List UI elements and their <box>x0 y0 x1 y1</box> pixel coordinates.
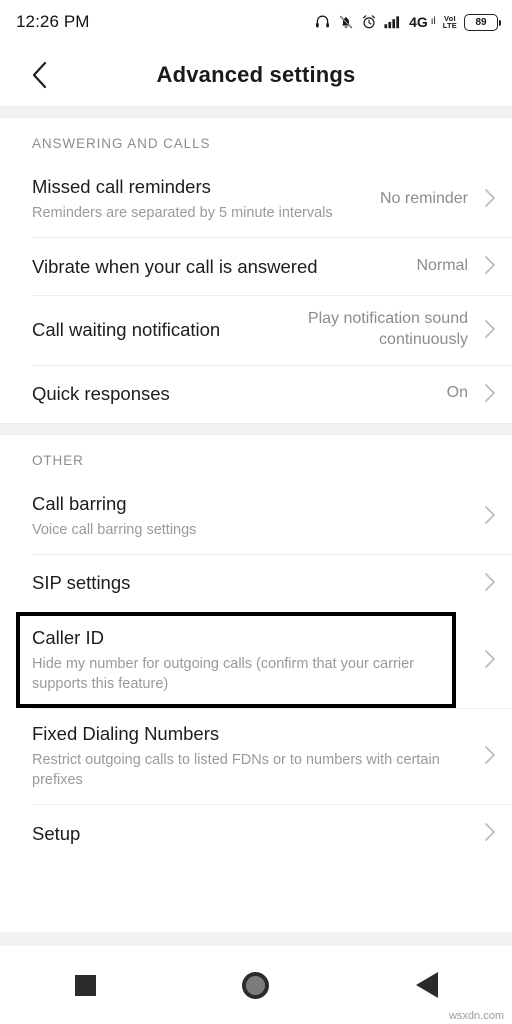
row-subtitle: Restrict outgoing calls to listed FDNs o… <box>32 752 440 789</box>
system-navigation-bar: wsxdn.com <box>0 946 512 1024</box>
row-title: Setup <box>32 822 81 844</box>
row-text-block: SIP settings <box>32 571 470 594</box>
row-text-block: Call waiting notification <box>32 318 275 341</box>
setting-row-call-barring[interactable]: Call barring Voice call barring settings <box>0 477 512 554</box>
chevron-right-icon <box>470 745 496 767</box>
chevron-right-icon <box>470 319 496 341</box>
row-text-block: Caller ID Hide my number for outgoing ca… <box>32 626 470 694</box>
row-text-block: Vibrate when your call is answered <box>32 255 416 278</box>
setting-row-setup[interactable]: Setup <box>0 804 512 863</box>
signal-small-icon: ıl <box>430 16 436 27</box>
row-value: Normal <box>416 256 468 274</box>
chevron-right-icon <box>470 649 496 671</box>
row-title: Caller ID <box>32 626 104 648</box>
setting-row-fixed-dialing-numbers[interactable]: Fixed Dialing Numbers Restrict outgoing … <box>0 707 512 805</box>
chevron-right-icon <box>470 188 496 210</box>
setting-row-missed-call-reminders[interactable]: Missed call reminders Reminders are sepa… <box>0 161 512 238</box>
back-button[interactable] <box>12 47 68 103</box>
chevron-right-icon <box>470 383 496 405</box>
settings-list[interactable]: ANSWERING AND CALLS Missed call reminder… <box>0 106 512 932</box>
row-text-block: Call barring Voice call barring settings <box>32 492 470 540</box>
volte-icon: VoI LTE <box>442 14 457 30</box>
signal-bars-icon <box>384 15 402 29</box>
row-text-block: Fixed Dialing Numbers Restrict outgoing … <box>32 722 470 790</box>
watermark-label: wsxdn.com <box>448 1010 504 1022</box>
square-icon <box>74 974 96 996</box>
recents-button[interactable] <box>45 955 125 1015</box>
headphones-icon <box>314 14 331 30</box>
circle-icon <box>242 971 270 999</box>
content-bottom-spacer <box>0 932 512 946</box>
mute-notifications-icon <box>338 14 354 30</box>
setting-row-call-waiting-notification[interactable]: Call waiting notification Play notificat… <box>0 295 512 365</box>
setting-row-quick-responses[interactable]: Quick responses On <box>0 364 512 423</box>
app-bar: Advanced settings <box>0 44 512 106</box>
network-type-label: 4G <box>409 14 428 30</box>
row-title: Missed call reminders <box>32 176 211 197</box>
phone-screen: 12:26 PM 4G ıl VoI LTE 89 Advanced setti… <box>0 0 512 1024</box>
row-subtitle: Hide my number for outgoing calls (confi… <box>32 655 414 692</box>
row-title: Call barring <box>32 492 127 514</box>
row-subtitle: Reminders are separated by 5 minute inte… <box>32 205 333 222</box>
row-text-block: Missed call reminders Reminders are sepa… <box>32 175 380 223</box>
alarm-icon <box>361 14 377 30</box>
row-text-block: Setup <box>32 822 470 845</box>
section-header-answering-and-calls: ANSWERING AND CALLS <box>0 118 512 161</box>
setting-row-sip-settings[interactable]: SIP settings <box>0 553 512 612</box>
row-value: On <box>446 384 468 402</box>
section-header-other: OTHER <box>0 434 512 478</box>
chevron-left-icon <box>32 61 47 89</box>
status-bar: 12:26 PM 4G ıl VoI LTE 89 <box>0 0 512 44</box>
row-text-block: Quick responses <box>32 382 447 405</box>
page-title: Advanced settings <box>156 62 356 87</box>
row-value: No reminder <box>379 189 468 207</box>
status-icon-group: 4G ıl VoI LTE 89 <box>314 13 502 31</box>
chevron-right-icon <box>470 505 496 527</box>
volte-bottom-label: LTE <box>442 21 457 30</box>
row-title: SIP settings <box>32 572 131 594</box>
battery-icon: 89 <box>464 13 502 31</box>
battery-level-label: 89 <box>475 16 487 28</box>
home-button[interactable] <box>216 955 296 1015</box>
row-title: Quick responses <box>32 383 170 405</box>
status-time: 12:26 PM <box>16 12 90 31</box>
section-divider <box>0 422 512 435</box>
triangle-left-icon <box>415 972 438 998</box>
row-value: Play notification sound continuously <box>307 310 468 348</box>
row-subtitle: Voice call barring settings <box>32 521 197 538</box>
section-divider <box>0 106 512 118</box>
setting-row-caller-id[interactable]: Caller ID Hide my number for outgoing ca… <box>0 611 512 708</box>
nav-back-button[interactable] <box>387 955 467 1015</box>
chevron-right-icon <box>470 822 496 844</box>
chevron-right-icon <box>470 255 496 277</box>
row-title: Vibrate when your call is answered <box>32 255 318 277</box>
row-title: Fixed Dialing Numbers <box>32 722 220 744</box>
row-title: Call waiting notification <box>32 319 221 341</box>
setting-row-caller-id-wrapper: Caller ID Hide my number for outgoing ca… <box>0 611 512 708</box>
chevron-right-icon <box>470 572 496 594</box>
setting-row-vibrate-when-answered[interactable]: Vibrate when your call is answered Norma… <box>0 237 512 296</box>
